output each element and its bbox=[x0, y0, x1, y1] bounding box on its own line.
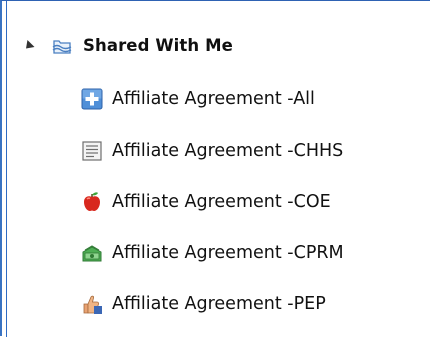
collapse-triangle-icon[interactable] bbox=[22, 39, 35, 53]
panel-border bbox=[6, 1, 7, 337]
blue-plus-icon bbox=[81, 88, 103, 110]
tree-panel: Shared With Me Affiliate Agreement -All bbox=[0, 0, 430, 337]
tree-node-label: Shared With Me bbox=[83, 36, 233, 55]
thumbs-up-icon bbox=[81, 293, 103, 315]
tree-node-label: Affiliate Agreement -All bbox=[112, 89, 315, 109]
tree-node-affiliate-chhs[interactable]: Affiliate Agreement -CHHS bbox=[81, 131, 343, 171]
tree-node-label: Affiliate Agreement -COE bbox=[112, 192, 331, 212]
tree-node-label: Affiliate Agreement -PEP bbox=[112, 294, 326, 314]
tree-node-label: Affiliate Agreement -CPRM bbox=[112, 243, 344, 263]
tree-node-shared-with-me[interactable]: Shared With Me bbox=[22, 26, 233, 66]
tree-node-label: Affiliate Agreement -CHHS bbox=[112, 141, 344, 161]
tree-node-affiliate-pep[interactable]: Affiliate Agreement -PEP bbox=[81, 284, 326, 324]
document-list-icon bbox=[81, 140, 103, 162]
money-icon bbox=[81, 242, 103, 264]
tree-node-affiliate-coe[interactable]: Affiliate Agreement -COE bbox=[81, 182, 331, 222]
apple-icon bbox=[81, 191, 103, 213]
tree-node-affiliate-all[interactable]: Affiliate Agreement -All bbox=[81, 79, 315, 119]
shared-folder-icon bbox=[51, 35, 73, 57]
tree-node-affiliate-cprm[interactable]: Affiliate Agreement -CPRM bbox=[81, 233, 344, 273]
